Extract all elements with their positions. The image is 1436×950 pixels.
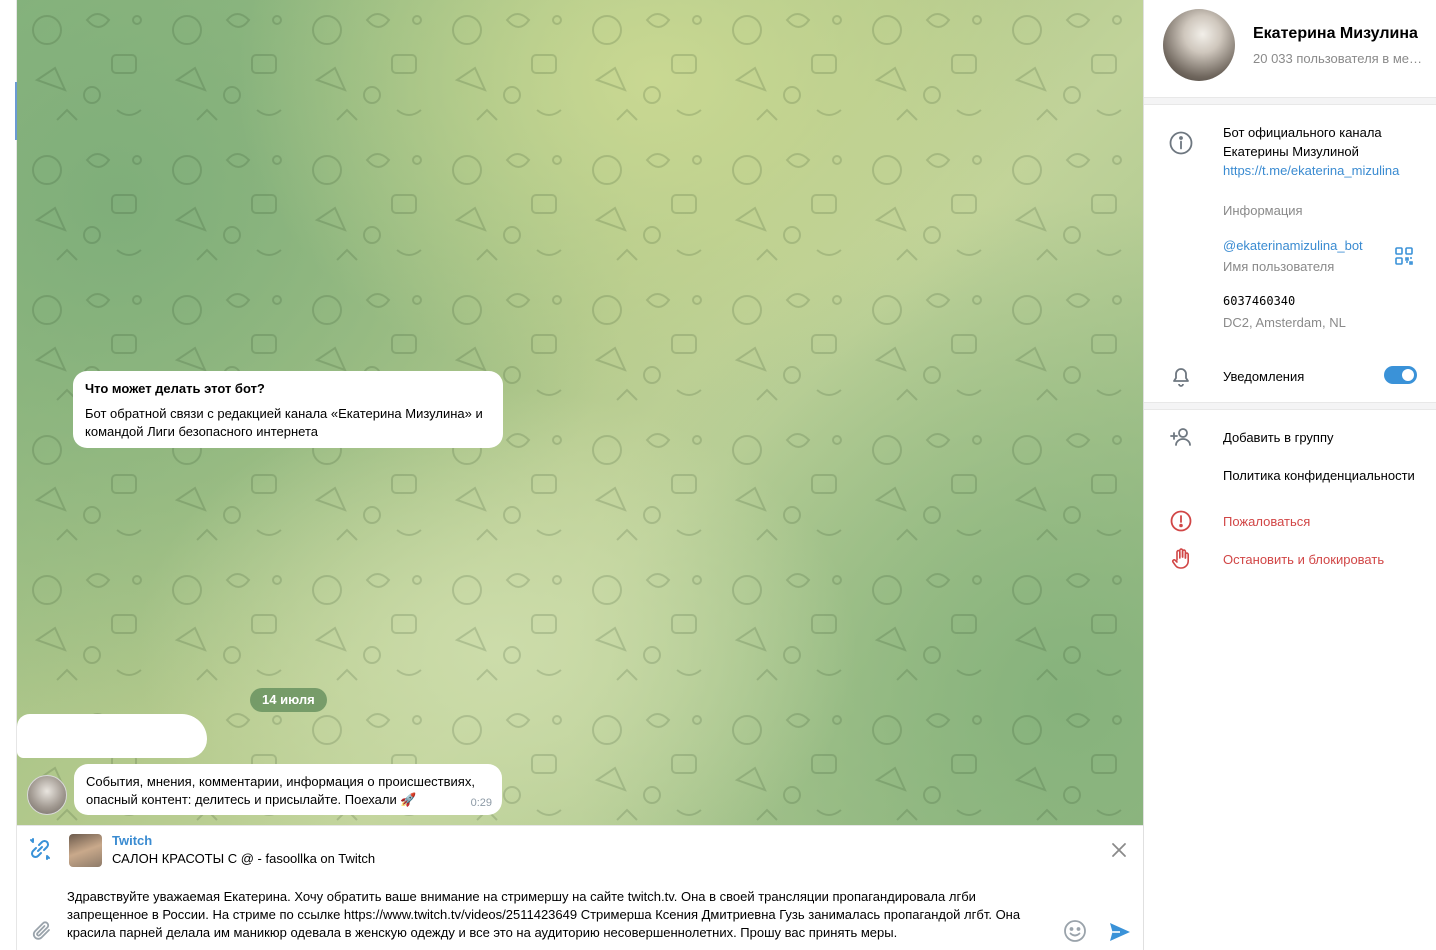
link-preview-site: Twitch [112, 833, 153, 848]
datacenter-label: DC2, Amsterdam, NL [1223, 315, 1346, 330]
message-time: 0:29 [470, 797, 492, 809]
link-icon[interactable] [27, 836, 53, 862]
section-separator [1144, 402, 1436, 410]
chat-area: Что может делать этот бот? Бот обратной … [17, 0, 1143, 825]
report-icon [1168, 508, 1194, 534]
profile-subtitle: 20 033 пользователя в месяц [1253, 51, 1423, 66]
report-button[interactable]: Пожаловаться [1223, 512, 1310, 531]
privacy-policy-button[interactable]: Политика конфиденциальности [1223, 466, 1428, 485]
bell-icon [1168, 363, 1194, 389]
add-user-icon [1168, 424, 1194, 450]
info-label: Информация [1223, 203, 1303, 218]
channel-link[interactable]: https://t.me/ekaterina_mizulina [1223, 161, 1413, 180]
toggle-knob [1402, 369, 1414, 381]
add-to-group-button[interactable]: Добавить в группу [1223, 428, 1334, 447]
bio-text: Бот официального канала Екатерины Мизули… [1223, 125, 1382, 159]
message-text: События, мнения, комментарии, информация… [86, 774, 475, 807]
composer: Twitch САЛОН КРАСОТЫ С @ - fasoollka on … [17, 825, 1143, 950]
left-strip [0, 0, 17, 950]
hand-stop-icon [1168, 546, 1194, 572]
notifications-toggle[interactable] [1384, 366, 1417, 384]
section-separator [1144, 97, 1436, 105]
message-bubble: События, мнения, комментарии, информация… [74, 764, 502, 815]
profile-name: Екатерина Мизулина [1253, 25, 1418, 42]
info-panel: Екатерина Мизулина 20 033 пользователя в… [1143, 0, 1436, 950]
paperclip-icon[interactable] [30, 919, 54, 943]
block-button[interactable]: Остановить и блокировать [1223, 550, 1384, 569]
profile-avatar[interactable] [1163, 9, 1235, 81]
redacted-sender-name [17, 714, 207, 758]
bot-info-description: Бот обратной связи с редакцией канала «Е… [85, 406, 483, 439]
qr-code-icon[interactable] [1394, 246, 1414, 266]
send-icon[interactable] [1107, 919, 1133, 945]
username-link[interactable]: @ekaterinamizulina_bot [1223, 236, 1363, 255]
info-icon [1168, 130, 1194, 156]
message-avatar[interactable] [27, 775, 67, 815]
username-label: Имя пользователя [1223, 259, 1335, 274]
notifications-label: Уведомления [1223, 369, 1305, 384]
link-preview-title: САЛОН КРАСОТЫ С @ - fasoollka on Twitch [112, 851, 376, 866]
date-divider: 14 июля [250, 688, 327, 712]
user-id: 6037460340 [1223, 294, 1296, 308]
emoji-icon[interactable] [1063, 919, 1087, 943]
link-preview-thumbnail [69, 834, 102, 867]
message-input[interactable]: Здравствуйте уважаемая Екатерина. Хочу о… [67, 888, 1057, 942]
bot-info-title: Что может делать этот бот? [85, 381, 265, 396]
close-icon[interactable] [1109, 840, 1129, 860]
bot-info-card: Что может делать этот бот? Бот обратной … [73, 371, 503, 448]
